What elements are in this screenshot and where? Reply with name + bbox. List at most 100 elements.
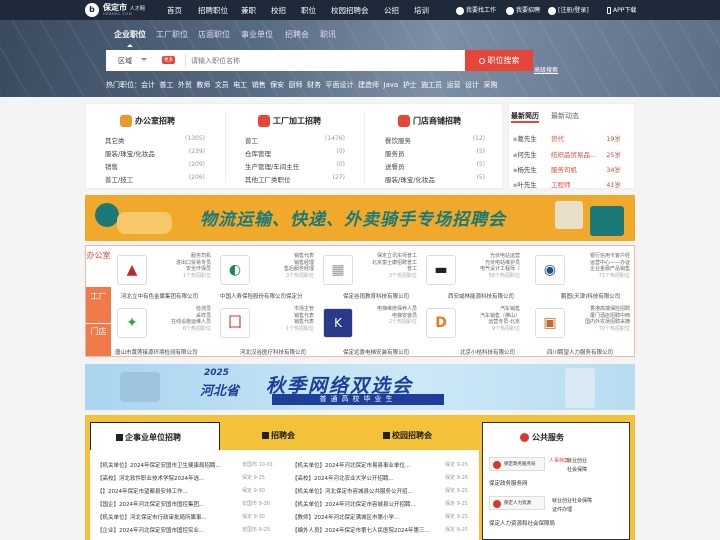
resume-row[interactable]: ▪叶先生 工程师 41岁: [513, 179, 621, 189]
category-row[interactable]: 普工 (1476): [245, 135, 345, 145]
hot-job[interactable]: 厨师: [289, 81, 303, 89]
category-row[interactable]: 餐饮服务 (12): [385, 135, 485, 145]
search-input[interactable]: [191, 52, 461, 69]
service-label[interactable]: 就业创业: [567, 457, 587, 464]
site-logo-icon[interactable]: b: [85, 3, 99, 17]
hot-job[interactable]: 销售: [252, 81, 266, 89]
tab-enterprise-recruit[interactable]: 企事业单位招聘: [116, 432, 181, 443]
nav-training[interactable]: 培训: [414, 5, 429, 16]
service-caption[interactable]: 保定人力资源和社会保障局: [489, 519, 555, 527]
app-download-link[interactable]: APP下载: [607, 5, 636, 14]
nav-parttime[interactable]: 兼职: [241, 5, 256, 16]
company-card[interactable]: ▣ 香港高端保险招聘 厦门酒店招聘中西 国内外农场招聘采摘 70个热招职位 四川聘望人…: [527, 304, 632, 356]
company-card[interactable]: ▲ 服务司机 进出口贸易专员 安全环保员 1个热招职位 河北立中有色金属集团有限公司: [115, 251, 215, 300]
category-row[interactable]: 服务员 (5): [385, 148, 485, 158]
resume-row[interactable]: ▪何先生 纺织品贸易品... 25岁: [513, 149, 621, 159]
tab-job-fairs[interactable]: 招聘会: [262, 430, 295, 441]
hot-job[interactable]: 建造师: [358, 81, 379, 89]
hot-job[interactable]: 普工: [159, 81, 173, 89]
hot-job[interactable]: 平面设计: [326, 81, 354, 89]
hot-job[interactable]: 施工员: [421, 81, 442, 89]
category-row[interactable]: 其他工厂类职位 (27): [245, 174, 345, 184]
company-card[interactable]: K 电梯维修保养人员 电梯安装员 2个热招职位 保定远景电梯安装有限公司: [321, 304, 421, 356]
nav-home[interactable]: 首页: [167, 5, 182, 16]
service-caption[interactable]: 保定政务服务网: [489, 479, 528, 487]
company-card[interactable]: ▬ 光伏电站运营 光伏电站维护员 电气设计工程师（ 58个热招职位 西安咸林能源科技有…: [424, 251, 524, 300]
nav-campus-fair[interactable]: 校园招聘会: [331, 5, 369, 16]
nav-campus[interactable]: 校招: [271, 5, 286, 16]
gov-service-logo[interactable]: 保定政务服务局: [489, 457, 545, 471]
news-item[interactable]: 【机关单位】河北保定市容城县公共服务公开招...: [292, 487, 413, 495]
tab-store-jobs[interactable]: 店面职位: [198, 29, 230, 40]
hot-job[interactable]: 会计: [141, 81, 155, 89]
search-button[interactable]: 职位搜索: [465, 50, 533, 71]
company-card[interactable]: ◉ 银行信用卡客户经 运营中心——办证 企业金融产品销售 71个热招职位 鹏图(天津)…: [527, 251, 632, 300]
find-job-link[interactable]: 我要找工作: [456, 5, 496, 15]
category-row[interactable]: 仓库管理 (0): [245, 148, 345, 158]
service-label[interactable]: 社会保障: [567, 466, 587, 473]
category-row[interactable]: 生产管理/车间主任 (0): [245, 161, 345, 171]
company-card[interactable]: 囗 市场主管 销售代表 销售代表 1个热招职位 河北汉谷医疗科技有限公司: [218, 304, 318, 356]
tab-enterprise-jobs[interactable]: 企业职位: [114, 29, 146, 47]
login-link[interactable]: [注册/登录]: [548, 5, 589, 15]
hot-job[interactable]: 护士: [403, 81, 417, 89]
factory-category-title[interactable]: 工厂加工招聘: [258, 115, 321, 127]
category-row[interactable]: 服装/珠宝/化妆品 (5): [385, 174, 485, 184]
news-item[interactable]: 【国企】2024年河北保定安国市国控集团...: [97, 500, 204, 508]
hot-job[interactable]: 运营: [447, 81, 461, 89]
category-row[interactable]: 其它类 (1305): [105, 135, 205, 145]
category-row[interactable]: 送餐员 (5): [385, 161, 485, 171]
hot-job[interactable]: 采购: [484, 81, 498, 89]
nav-positions[interactable]: 职位: [301, 5, 316, 16]
hot-job[interactable]: 设计: [465, 81, 479, 89]
store-category-title[interactable]: 门店商铺招聘: [398, 115, 461, 127]
news-item[interactable]: 【高校】2024年河北农业大学公开招聘...: [292, 474, 394, 482]
resume-row[interactable]: ▪葛先生 货代 19岁: [513, 133, 621, 143]
nav-public[interactable]: 公招: [384, 5, 399, 16]
service-label[interactable]: 证件办理: [552, 506, 572, 513]
region-select[interactable]: 区域: [118, 56, 132, 66]
news-item[interactable]: 【高校】河北软件职业技术学院2024年选...: [97, 474, 204, 482]
category-row[interactable]: 普工/技工 (206): [105, 174, 205, 184]
news-item[interactable]: 【机关单位】2024年河北保定市容城县公开招聘...: [292, 500, 416, 508]
news-item[interactable]: 【】2024年保定市望都县安排工作...: [97, 487, 188, 495]
hot-job[interactable]: 保安: [270, 81, 284, 89]
news-item[interactable]: 【编外人员】2024年保定市第七人民医院2024年第三...: [292, 526, 430, 534]
service-label[interactable]: 社会保障: [572, 497, 592, 504]
nav-jobs[interactable]: 招聘职位: [198, 5, 228, 16]
company-card[interactable]: ▦ 保定立讯东师普工 北京富士康招聘普工 普工 3个热招职位 保定谷雨教育科技有限公司: [321, 251, 421, 300]
hot-job[interactable]: 外贸: [178, 81, 192, 89]
news-item[interactable]: 【机关单位】2024年保定安国市卫生健康局招聘...: [97, 461, 221, 469]
side-tab-store[interactable]: 门店: [86, 324, 111, 356]
office-category-title[interactable]: 办公室招聘: [120, 115, 175, 127]
advanced-search-link[interactable]: 高级搜索: [534, 65, 558, 74]
category-row[interactable]: 销售 (209): [105, 161, 205, 171]
tab-news[interactable]: 职讯: [320, 29, 336, 40]
tab-campus-fairs[interactable]: 校园招聘会: [383, 430, 432, 441]
news-item[interactable]: 【教师】2024年河北保定满城区市第小学...: [292, 513, 399, 521]
category-row[interactable]: 服装/珠宝/化妆品 (239): [105, 148, 205, 158]
service-label[interactable]: 就业创业: [552, 497, 572, 504]
service-label[interactable]: 人事档案: [549, 457, 569, 464]
news-item[interactable]: 【机关单位】2024年河北保定市易县事业单位...: [292, 461, 410, 469]
hot-job[interactable]: Java: [383, 81, 398, 89]
company-card[interactable]: ✦ 检测员 采样员 在线设施运维人员 6个热招职位 唐山市黄莲接源环境检测有限公司: [115, 304, 215, 356]
side-tab-office[interactable]: 办公室: [86, 250, 111, 286]
tab-latest-news[interactable]: 最新动态: [551, 111, 579, 121]
hire-link[interactable]: 我要招聘: [506, 5, 540, 15]
hot-job[interactable]: 财务: [307, 81, 321, 89]
news-item[interactable]: 【机关单位】河北保定市行政审批局所属事...: [97, 513, 207, 521]
hot-job[interactable]: 电工: [233, 81, 247, 89]
side-tab-factory[interactable]: 工厂: [86, 287, 111, 323]
tab-job-fair[interactable]: 招聘会: [285, 29, 309, 40]
more-badge[interactable]: 更多: [162, 56, 175, 64]
tab-factory-jobs[interactable]: 工厂职位: [156, 29, 188, 40]
tab-latest-resumes[interactable]: 最新简历: [511, 111, 539, 121]
resume-row[interactable]: ▪杨先生 服务司机 34岁: [513, 164, 621, 174]
news-item[interactable]: 【企业】2024年河北保定安国市国控实业...: [97, 526, 204, 534]
hr-bureau-logo[interactable]: 保定人力资源: [489, 496, 545, 510]
hot-job[interactable]: 文员: [215, 81, 229, 89]
tab-public-institution[interactable]: 事业单位: [241, 29, 273, 40]
company-card[interactable]: D 汽车销售 汽车销售（佛山） 运营专员-北京 9个热招职位 北京小桔科技有限公司: [424, 304, 524, 356]
company-card[interactable]: ◐ 销售代表 销售经理 售后服务经理 3个热招职位 中国人寿保险股份有限公司保定分: [218, 251, 318, 300]
